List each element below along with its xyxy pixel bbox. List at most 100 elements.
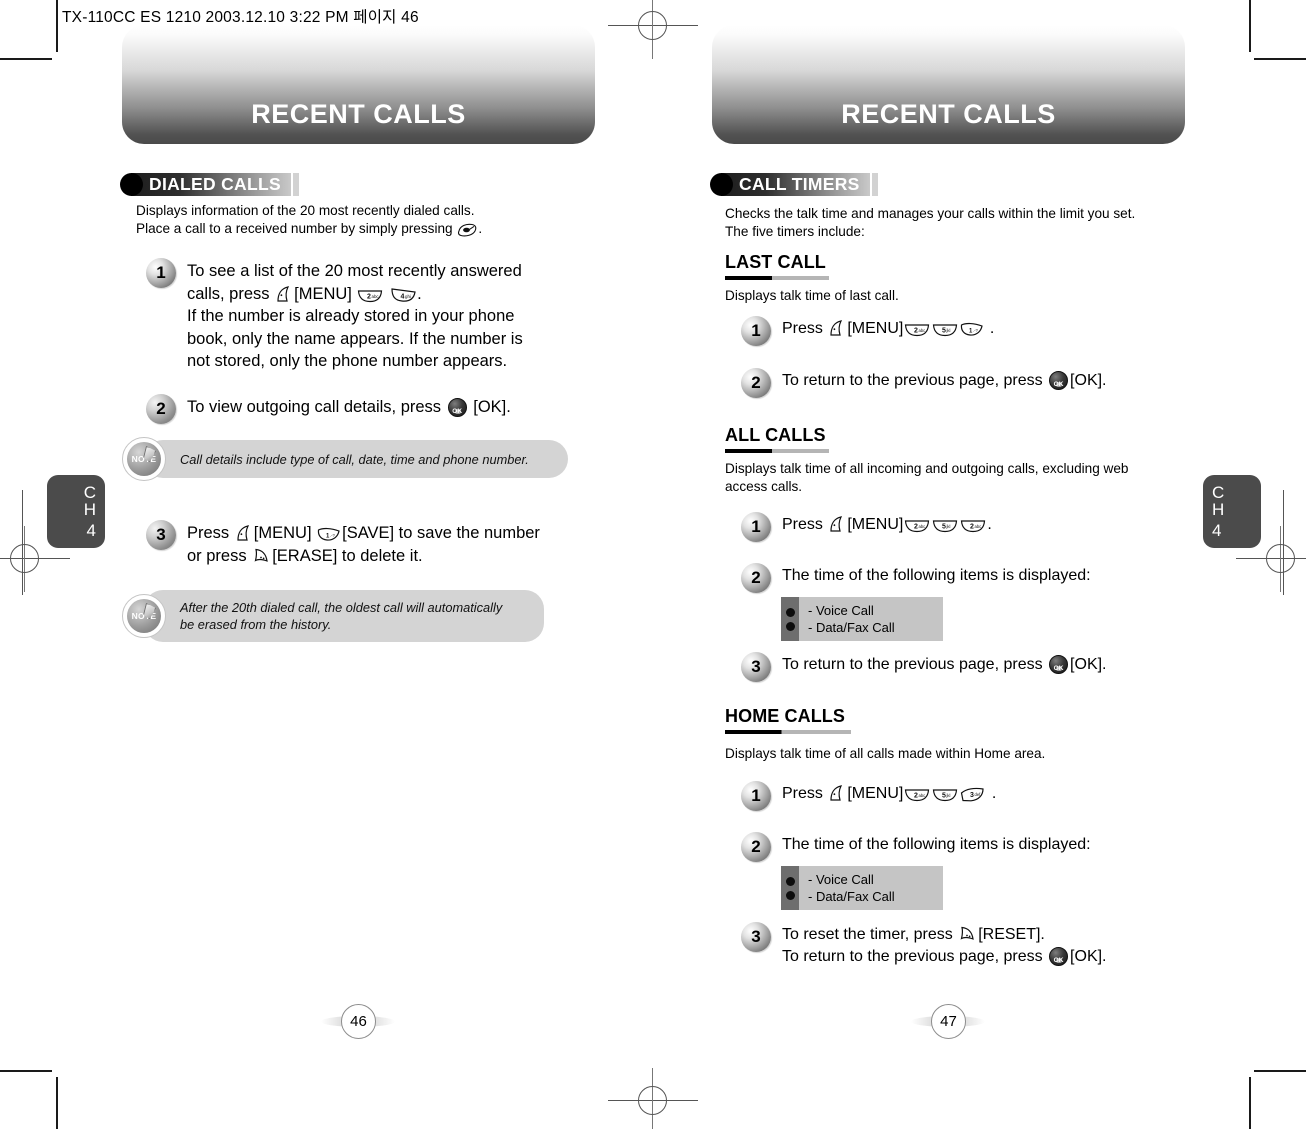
save-soft-key-icon: 1 .-?	[317, 527, 341, 542]
step-number-badge: 2	[741, 832, 771, 862]
numeric-key-4-icon: 4 ghi	[390, 287, 416, 303]
svg-text:5: 5	[942, 328, 946, 335]
step-text: Press [MENU] 1 .-? [SAVE] to save the nu…	[187, 524, 540, 565]
chapter-letter-c: C	[1212, 483, 1225, 502]
lead-line-2: The five timers include:	[725, 223, 865, 239]
bullet-items: - Voice Call - Data/Fax Call	[799, 866, 943, 910]
section-label-right: CALL TIMERS	[739, 173, 860, 194]
left-page: RECENT CALLS DIALED CALLS Displays infor…	[0, 0, 653, 1129]
ok-key-icon	[447, 398, 467, 424]
svg-text:jkl: jkl	[946, 793, 951, 798]
chapter-tab-right: C H 4	[1203, 475, 1261, 548]
lead-line-1: Displays information of the 20 most rece…	[136, 203, 475, 218]
chapter-letter-c: C	[83, 483, 96, 502]
numeric-key-3-icon: 3 def	[960, 787, 986, 802]
last-call-step-2: 2 To return to the previous page, press …	[741, 368, 1261, 398]
all-calls-step-3: 3 To return to the previous page, press …	[741, 652, 1261, 682]
lead-line-1: Checks the talk time and manages your ca…	[725, 206, 1136, 221]
numeric-key-2-icon: 2 abc	[904, 323, 930, 337]
numeric-key-5-icon: 5 jkl	[932, 323, 958, 337]
bullet-dot-icon	[785, 876, 795, 886]
bullet-item: - Voice Call	[808, 872, 874, 887]
all-calls-step-1: 1 Press [MENU] 2 abc 5 jkl 2 abc .	[741, 512, 1261, 542]
numeric-key-2-icon: 2 abc	[960, 519, 986, 533]
folio-number: 47	[931, 1004, 966, 1039]
svg-text:2: 2	[367, 293, 371, 300]
svg-text:abc: abc	[919, 793, 926, 798]
bullet-item: - Data/Fax Call	[808, 889, 895, 904]
step-text: Press [MENU] 2 abc 5	[782, 785, 997, 802]
bullet-gutter	[781, 866, 799, 910]
step-number-badge: 1	[741, 316, 771, 346]
step-3-left: 3 Press [MENU] 1 .-? [SAVE] to save the …	[146, 520, 616, 567]
erase-soft-key-icon	[252, 548, 271, 565]
step-text: Press [MENU] 2 abc 5	[782, 516, 992, 533]
right-page: RECENT CALLS CALL TIMERS Checks the talk…	[653, 0, 1306, 1129]
note-icon: NOTE	[122, 594, 166, 638]
chapter-tab-ch: C H	[1212, 484, 1224, 518]
subsection-desc-all-calls: Displays talk time of all incoming and o…	[725, 461, 1129, 494]
folio-left: 46	[321, 1004, 395, 1040]
ok-key-icon	[1049, 655, 1069, 680]
svg-text:2: 2	[914, 524, 918, 531]
home-calls-step-2: 2 The time of the following items is dis…	[741, 832, 1261, 862]
bullet-dot-icon	[785, 607, 795, 617]
bullet-dot-icon	[785, 621, 795, 631]
step-text: To view outgoing call details, press [OK…	[176, 394, 511, 424]
svg-text:jkl: jkl	[946, 524, 951, 529]
page-title-right: RECENT CALLS	[841, 99, 1056, 129]
manual-spread: TX-110CC ES 1210 2003.12.10 3:22 PM 페이지 …	[0, 0, 1306, 1129]
ok-key-icon	[1049, 371, 1069, 396]
heading-rule	[725, 449, 829, 453]
section-lead-right: Checks the talk time and manages your ca…	[725, 205, 1245, 240]
numeric-key-1-icon: 1 .-?	[960, 322, 984, 337]
numeric-key-2-icon: 2 abc	[357, 289, 383, 303]
menu-key-icon	[828, 785, 846, 802]
step-number-badge: 3	[741, 652, 771, 682]
step-text: To see a list of the 20 most recently an…	[187, 262, 523, 370]
last-call-step-1: 1 Press [MENU] 2 abc 5 jkl 1 .-? .	[741, 316, 1261, 346]
bullet-items: - Voice Call - Data/Fax Call	[799, 597, 943, 641]
svg-text:abc: abc	[372, 294, 380, 299]
step-text: To return to the previous page, press [O…	[771, 368, 1107, 396]
step-number-badge: 1	[741, 512, 771, 542]
svg-text:2: 2	[914, 793, 918, 800]
step-text: To reset the timer, press [RESET]. To re…	[771, 922, 1107, 972]
ok-key-icon	[1049, 947, 1069, 972]
menu-key-icon	[235, 525, 253, 542]
lead-line-2: Place a call to a received number by sim…	[136, 220, 483, 237]
step-text: The time of the following items is displ…	[782, 836, 1091, 853]
bullet-item: - Voice Call	[808, 603, 874, 618]
svg-text:jkl: jkl	[946, 328, 951, 333]
note-text: Call details include type of call, date,…	[180, 451, 529, 467]
send-key-icon	[457, 223, 477, 237]
note-bubble: Call details include type of call, date,…	[144, 440, 568, 478]
folio-number: 46	[341, 1004, 376, 1039]
page-title-left: RECENT CALLS	[251, 99, 466, 129]
svg-text:4: 4	[401, 293, 405, 300]
menu-key-icon	[828, 516, 846, 533]
page-banner-left: RECENT CALLS	[122, 25, 595, 144]
subsection-desc-home-calls: Displays talk time of all calls made wit…	[725, 746, 1046, 761]
numeric-key-2-icon: 2 abc	[904, 519, 930, 533]
step-number-badge: 1	[146, 258, 176, 288]
svg-text:2: 2	[970, 524, 974, 531]
bullet-gutter	[781, 597, 799, 641]
step-number-badge: 1	[741, 781, 771, 811]
heading-rule	[725, 730, 851, 734]
badge-tail	[871, 172, 878, 196]
chapter-letter-h: H	[83, 500, 96, 519]
section-badge-call-timers: CALL TIMERS	[710, 172, 878, 196]
home-calls-step-1: 1 Press [MENU] 2 abc 5 jkl 3 def .	[741, 781, 1261, 811]
svg-text:abc: abc	[919, 524, 926, 529]
numeric-key-5-icon: 5 jkl	[932, 788, 958, 802]
svg-text:2: 2	[914, 328, 918, 335]
svg-text:abc: abc	[919, 328, 926, 333]
svg-text:ghi: ghi	[405, 294, 411, 299]
step-number-badge: 2	[741, 368, 771, 398]
note-text-line-1: After the 20th dialed call, the oldest c…	[180, 600, 503, 615]
step-text: To return to the previous page, press [O…	[771, 652, 1107, 680]
all-calls-step-2: 2 The time of the following items is dis…	[741, 563, 1261, 593]
step-2-left: 2 To view outgoing call details, press […	[146, 394, 616, 424]
step-text: Press [MENU] 2 abc 5	[782, 320, 995, 337]
